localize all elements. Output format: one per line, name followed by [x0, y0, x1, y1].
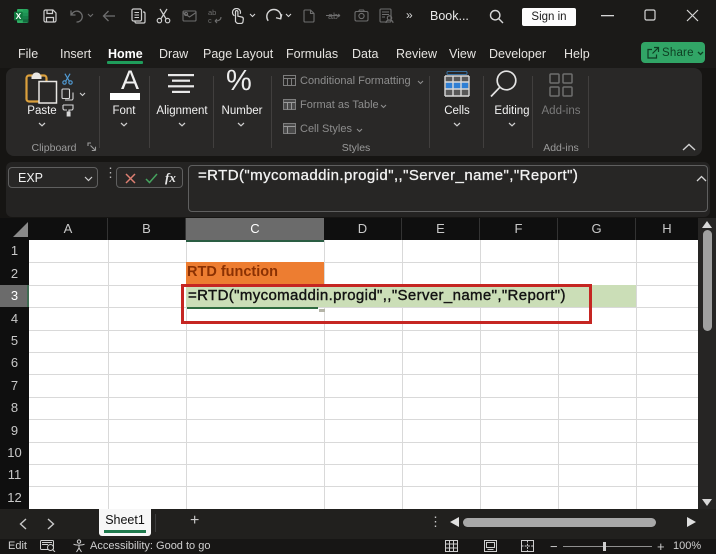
svg-text:c: c	[208, 16, 212, 24]
svg-text:X: X	[16, 11, 22, 21]
